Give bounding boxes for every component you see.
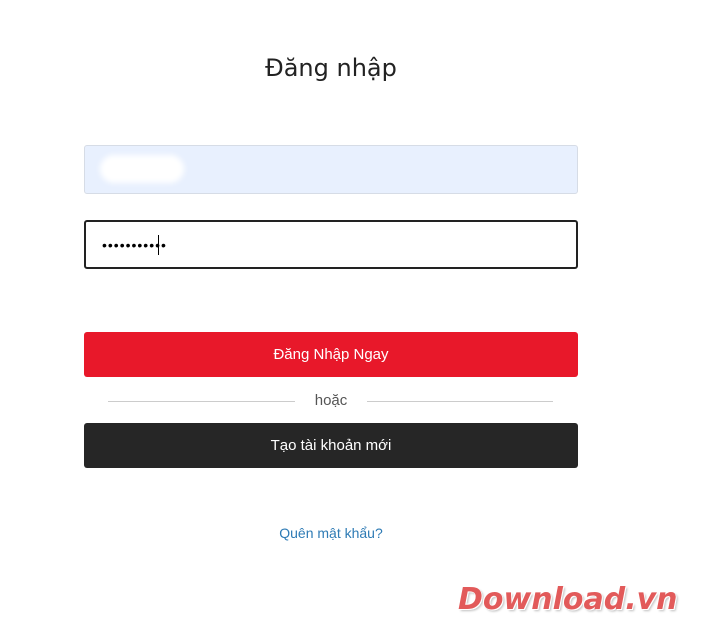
create-account-button[interactable]: Tạo tài khoản mới (84, 423, 578, 468)
forgot-password-link[interactable]: Quên mật khẩu? (0, 525, 662, 541)
text-cursor (158, 235, 159, 255)
divider-label: hoặc (314, 392, 348, 409)
divider-line-right (367, 401, 553, 402)
divider-line-left (108, 401, 295, 402)
watermark-logo: Download.vn (458, 582, 678, 617)
login-button[interactable]: Đăng Nhập Ngay (84, 332, 578, 377)
page-title: Đăng nhập (265, 54, 397, 82)
redacted-username-mask (100, 155, 184, 183)
